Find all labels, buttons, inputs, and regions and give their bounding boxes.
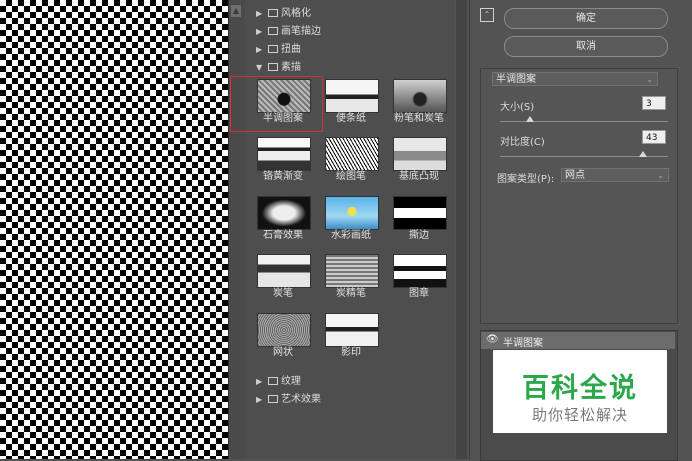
cancel-button[interactable]: 取消: [504, 36, 668, 57]
filter-label: 炭精笔: [336, 288, 366, 299]
category-sketch[interactable]: ▼ 素描: [256, 59, 301, 76]
category-artistic[interactable]: ▶ 艺术效果: [256, 391, 321, 408]
filter-label: 水彩画纸: [331, 230, 371, 241]
size-slider-knob[interactable]: [526, 116, 534, 122]
filter-thumbnail[interactable]: [325, 254, 379, 288]
filter-select[interactable]: 半调图案 ⌄: [492, 72, 658, 86]
folder-icon: [268, 45, 278, 53]
folder-icon: [268, 395, 278, 403]
filter-thumbnail[interactable]: [393, 79, 447, 113]
eye-icon[interactable]: 👁: [486, 334, 499, 345]
effect-layer-item[interactable]: 👁 半调图案: [481, 332, 675, 349]
filter-thumbnail[interactable]: [325, 137, 379, 171]
collapsed-arrow-icon: ▶: [256, 377, 263, 386]
folder-icon: [268, 377, 278, 385]
filter-thumbnail[interactable]: [325, 79, 379, 113]
ok-button[interactable]: 确定: [504, 8, 668, 29]
filter-label: 铬黄渐变: [263, 171, 303, 182]
filter-thumbnail[interactable]: [393, 254, 447, 288]
category-texture[interactable]: ▶ 纹理: [256, 373, 301, 390]
filter-thumbnail[interactable]: [257, 137, 311, 171]
pattern-type-select[interactable]: 网点 ⌄: [561, 168, 669, 182]
collapsed-arrow-icon: ▶: [256, 9, 263, 18]
selected-filter-highlight: [230, 76, 323, 132]
filter-label: 石膏效果: [263, 230, 303, 241]
chevron-down-icon: ⌄: [657, 171, 664, 180]
filter-label: 绘图笔: [336, 171, 366, 182]
filter-thumbnail[interactable]: [393, 137, 447, 171]
watermark-title: 百科全说: [522, 373, 638, 404]
category-distort[interactable]: ▶ 扭曲: [256, 41, 301, 58]
collapsed-arrow-icon: ▶: [256, 45, 263, 54]
filter-thumbnail[interactable]: [257, 313, 311, 347]
expanded-arrow-icon: ▼: [256, 63, 263, 72]
watermark-logo: 百科全说 助你轻松解决: [493, 350, 667, 433]
filter-label: 基底凸现: [399, 171, 439, 182]
filter-thumbnail[interactable]: [325, 313, 379, 347]
size-input[interactable]: 3: [642, 96, 666, 110]
folder-icon: [268, 9, 278, 17]
contrast-slider-knob[interactable]: [639, 151, 647, 157]
category-brush-strokes[interactable]: ▶ 画笔描边: [256, 23, 321, 40]
contrast-input[interactable]: 43: [642, 130, 666, 144]
contrast-label: 对比度(C): [500, 137, 545, 148]
collapsed-arrow-icon: ▶: [256, 395, 263, 404]
filter-label: 图章: [409, 288, 429, 299]
collapsed-arrow-icon: ▶: [256, 27, 263, 36]
size-label: 大小(S): [500, 102, 535, 113]
folder-icon: [268, 27, 278, 35]
filter-label: 炭笔: [273, 288, 293, 299]
chevron-down-icon: ⌄: [646, 75, 653, 84]
scroll-up-arrow-icon[interactable]: ▲: [231, 5, 241, 17]
gallery-scrollbar[interactable]: [456, 0, 467, 459]
category-stylize[interactable]: ▶ 风格化: [256, 5, 311, 22]
collapse-icon[interactable]: ⌃: [480, 8, 494, 22]
filter-label: 便条纸: [336, 113, 366, 124]
filter-label: 粉笔和炭笔: [394, 113, 444, 124]
filter-label: 影印: [341, 347, 361, 358]
preview-canvas[interactable]: [0, 0, 228, 459]
folder-icon: [268, 63, 278, 71]
filter-thumbnail[interactable]: [257, 254, 311, 288]
watermark-subtitle: 助你轻松解决: [531, 406, 628, 424]
pattern-type-label: 图案类型(P):: [497, 174, 555, 185]
preview-scrollbar[interactable]: [228, 0, 245, 459]
filter-label: 撕边: [409, 230, 429, 241]
filter-thumbnail[interactable]: [257, 196, 311, 230]
filter-label: 网状: [273, 347, 293, 358]
filter-thumbnail[interactable]: [325, 196, 379, 230]
filter-thumbnail[interactable]: [393, 196, 447, 230]
